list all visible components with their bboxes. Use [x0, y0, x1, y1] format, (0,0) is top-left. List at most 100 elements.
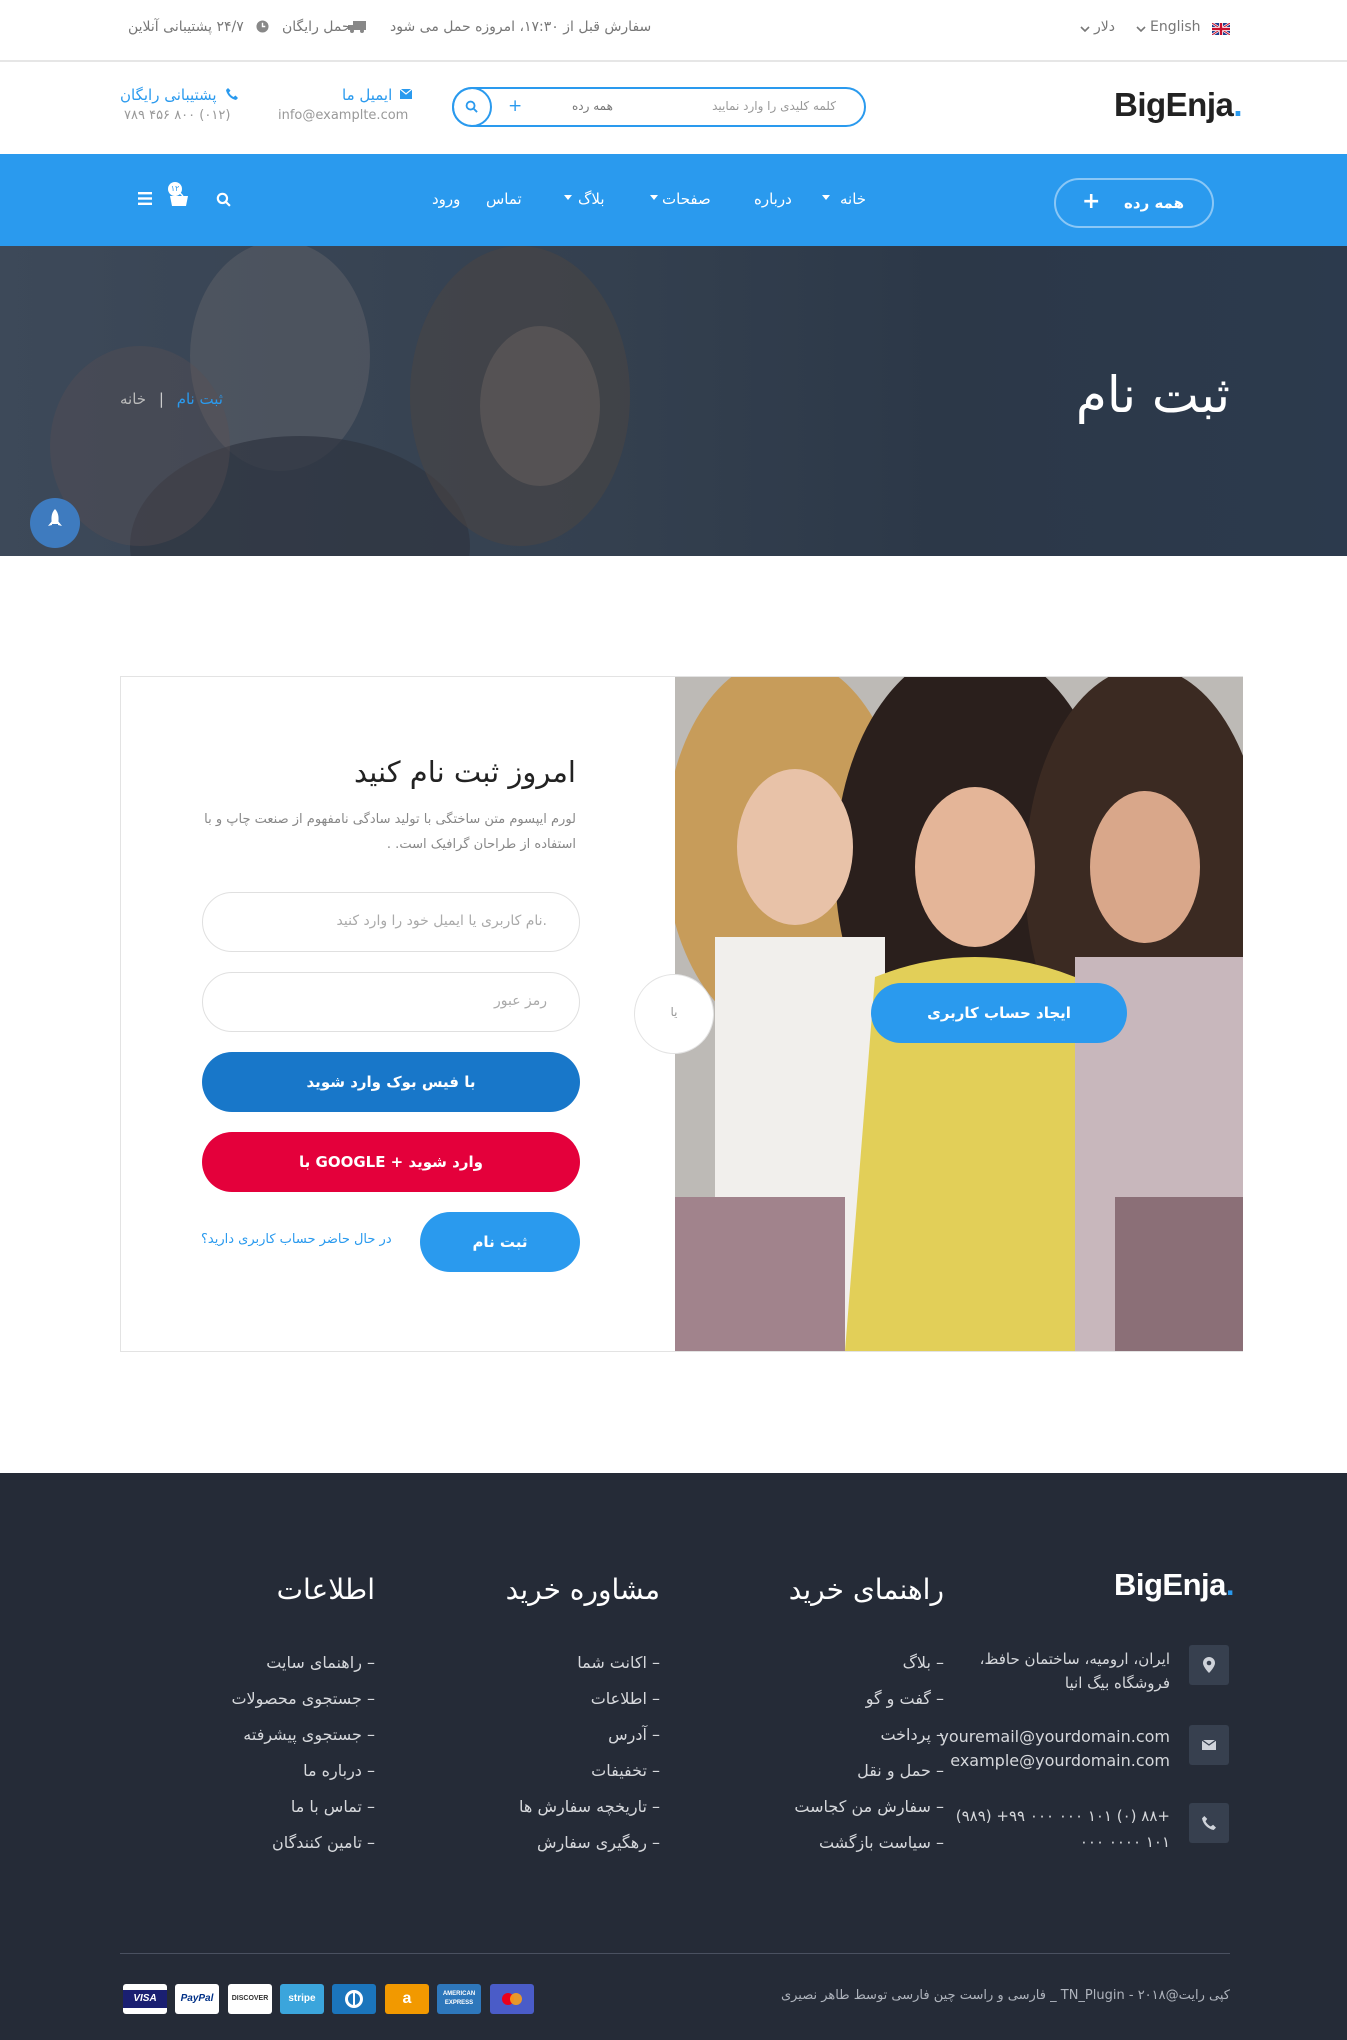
amex-card-icon: AMERICAN EXPRESS	[437, 1984, 481, 2014]
footer-phone: ۱۰۱ ۰۰۰۰ ۰۰۰	[1079, 1833, 1170, 1851]
diners-card-icon	[332, 1984, 376, 2014]
username-placeholder: نام کاربری یا ایمیل خود را وارد کنید.	[336, 913, 547, 929]
online-support-text: ۲۴/۷ پشتیبانی آنلاین	[128, 19, 244, 35]
email-value[interactable]: info@examplte.com	[278, 108, 408, 123]
footer-col-links: – اکانت شما – اطلاعات – آدرس – تخفیفات –…	[519, 1645, 660, 1861]
nav-item-about[interactable]: درباره	[754, 190, 792, 208]
footer-address-line: ایران، ارومیه، ساختمان حافظ،	[979, 1650, 1170, 1668]
register-description-line: استفاده از طراحان گرافیک است. .	[386, 837, 576, 852]
footer-logo[interactable]: BigEnja.	[1114, 1567, 1235, 1603]
map-pin-icon	[1189, 1645, 1229, 1685]
footer-email[interactable]: youremail@yourdomain.com	[939, 1725, 1170, 1749]
footer-email[interactable]: example@yourdomain.com	[939, 1749, 1170, 1773]
footer-link[interactable]: – تماس با ما	[231, 1789, 375, 1825]
footer-phones: +۸۸ (۰) ۱۰۱ ۰۰۰ ۰۰۰ ۹۹+ (۹۸۹) ۱۰۱ ۰۰۰۰ ۰…	[956, 1803, 1170, 1855]
register-description: لورم ایپسوم متن ساختگی با تولید سادگی نا…	[204, 807, 576, 857]
top-bar: English دلار سفارش قبل از ۱۷:۳۰، امروزه …	[0, 0, 1347, 62]
page-hero: ثبت نام ثبت نام | خانه	[0, 246, 1347, 556]
username-field[interactable]: نام کاربری یا ایمیل خود را وارد کنید.	[202, 892, 580, 952]
login-link[interactable]: در حال حاضر حساب کاربری دارید؟	[201, 1232, 392, 1247]
footer-link[interactable]: – جستجوی محصولات	[231, 1681, 375, 1717]
register-button[interactable]: ثبت نام	[420, 1212, 580, 1272]
footer-phone: +۸۸ (۰) ۱۰۱ ۰۰۰ ۰۰۰ ۹۹+ (۹۸۹)	[955, 1807, 1170, 1825]
email-label: ایمیل ما	[342, 86, 393, 104]
footer-link[interactable]: – تاریخچه سفارش ها	[519, 1789, 660, 1825]
nav-item-login[interactable]: ورود	[432, 190, 460, 208]
footer-link[interactable]: – راهنمای سایت	[231, 1645, 375, 1681]
site-logo[interactable]: BigEnja.	[1114, 86, 1243, 124]
cart-count-badge: ۱۲	[168, 182, 182, 196]
footer-col-title: مشاوره خرید	[505, 1573, 660, 1606]
paypal-card-icon: PayPal	[175, 1984, 219, 2014]
chevron-down-icon	[1080, 26, 1090, 32]
order-notice: سفارش قبل از ۱۷:۳۰، امروزه حمل می شود	[390, 19, 652, 35]
caret-down-icon	[564, 195, 572, 200]
support-phone: (۰۱۲) ۸۰۰ ۴۵۶ ۷۸۹	[124, 108, 231, 123]
password-placeholder: رمز عبور	[493, 993, 547, 1009]
footer-link[interactable]: – جستجوی پیشرفته	[231, 1717, 375, 1753]
breadcrumb-separator: |	[158, 390, 164, 408]
footer-link[interactable]: – بلاگ	[794, 1645, 944, 1681]
footer-link[interactable]: – پرداخت	[794, 1717, 944, 1753]
scroll-top-button[interactable]	[30, 498, 80, 548]
chevron-down-icon	[1136, 26, 1146, 32]
mastercard-card-icon	[490, 1984, 534, 2014]
search-input[interactable]: کلمه کلیدی را وارد نمایید	[712, 99, 836, 113]
create-account-button[interactable]: ایجاد حساب کاربری	[871, 983, 1127, 1043]
all-categories-label: همه رده	[1124, 194, 1184, 212]
search-button[interactable]	[452, 87, 492, 127]
footer-link[interactable]: – رهگیری سفارش	[519, 1825, 660, 1861]
footer-link[interactable]: – سیاست بازگشت	[794, 1825, 944, 1861]
or-label: یا	[670, 1005, 678, 1019]
footer-col-title: راهنمای خرید	[788, 1573, 944, 1606]
footer-divider	[120, 1953, 1230, 1954]
footer-col-title: اطلاعات	[276, 1573, 375, 1606]
page-title: ثبت نام	[1075, 366, 1230, 424]
menu-icon[interactable]	[138, 192, 152, 205]
footer-link[interactable]: – تامین کنندگان	[231, 1825, 375, 1861]
password-field[interactable]: رمز عبور	[202, 972, 580, 1032]
all-categories-button[interactable]: همه رده +	[1054, 178, 1214, 228]
phone-icon	[226, 88, 238, 100]
footer-col-links: – بلاگ – گفت و گو – پرداخت – حمل و نقل –…	[794, 1645, 944, 1861]
footer-link[interactable]: – اطلاعات	[519, 1681, 660, 1717]
search-category-select[interactable]: همه رده	[572, 99, 613, 113]
footer-link[interactable]: – درباره ما	[231, 1753, 375, 1789]
register-description-line: لورم ایپسوم متن ساختگی با تولید سادگی نا…	[204, 812, 576, 827]
nav-search-icon[interactable]	[216, 192, 231, 207]
footer-link[interactable]: – اکانت شما	[519, 1645, 660, 1681]
language-label: English	[1150, 19, 1201, 35]
footer-emails: youremail@yourdomain.com example@yourdom…	[939, 1725, 1170, 1773]
breadcrumb-home[interactable]: خانه	[120, 390, 146, 408]
envelope-icon	[400, 89, 412, 99]
discover-card-icon: DISCOVER	[228, 1984, 272, 2014]
rocket-icon	[47, 509, 63, 531]
plus-icon: +	[508, 96, 523, 116]
nav-item-contact[interactable]: تماس	[486, 190, 522, 208]
google-login-button[interactable]: با GOOGLE + وارد شوید	[202, 1132, 580, 1192]
footer-link[interactable]: – آدرس	[519, 1717, 660, 1753]
breadcrumb: ثبت نام | خانه	[120, 390, 223, 408]
register-heading: امروز ثبت نام کنید	[354, 755, 576, 789]
nav-item-label: بلاگ	[578, 190, 605, 208]
footer-link[interactable]: – حمل و نقل	[794, 1753, 944, 1789]
footer-link[interactable]: – گفت و گو	[794, 1681, 944, 1717]
facebook-login-button[interactable]: با فیس بوک وارد شوید	[202, 1052, 580, 1112]
footer-col-links: – راهنمای سایت – جستجوی محصولات – جستجوی…	[231, 1645, 375, 1861]
caret-down-icon	[822, 195, 830, 200]
clock-icon	[256, 20, 269, 33]
visa-card-icon: VISA	[123, 1984, 167, 2014]
main-nav: همه رده + خانه درباره صفحات بلاگ تماس ور…	[0, 154, 1347, 246]
footer-link[interactable]: – تخفیفات	[519, 1753, 660, 1789]
envelope-icon	[1189, 1725, 1229, 1765]
nav-item-label: خانه	[840, 190, 867, 208]
footer-link[interactable]: – سفارش من کجاست	[794, 1789, 944, 1825]
nav-item-label: صفحات	[662, 190, 711, 208]
footer-address: ایران، ارومیه، ساختمان حافظ، فروشگاه بیگ…	[980, 1647, 1170, 1695]
plus-icon: +	[1082, 189, 1101, 214]
header: BigEnja. کلمه کلیدی را وارد نمایید همه ر…	[0, 62, 1347, 154]
currency-label: دلار	[1094, 19, 1115, 35]
free-shipping-text: حمل رایگان	[282, 19, 351, 35]
search-bar: کلمه کلیدی را وارد نمایید همه رده +	[452, 87, 866, 127]
footer-address-line: فروشگاه بیگ انیا	[1064, 1674, 1170, 1692]
